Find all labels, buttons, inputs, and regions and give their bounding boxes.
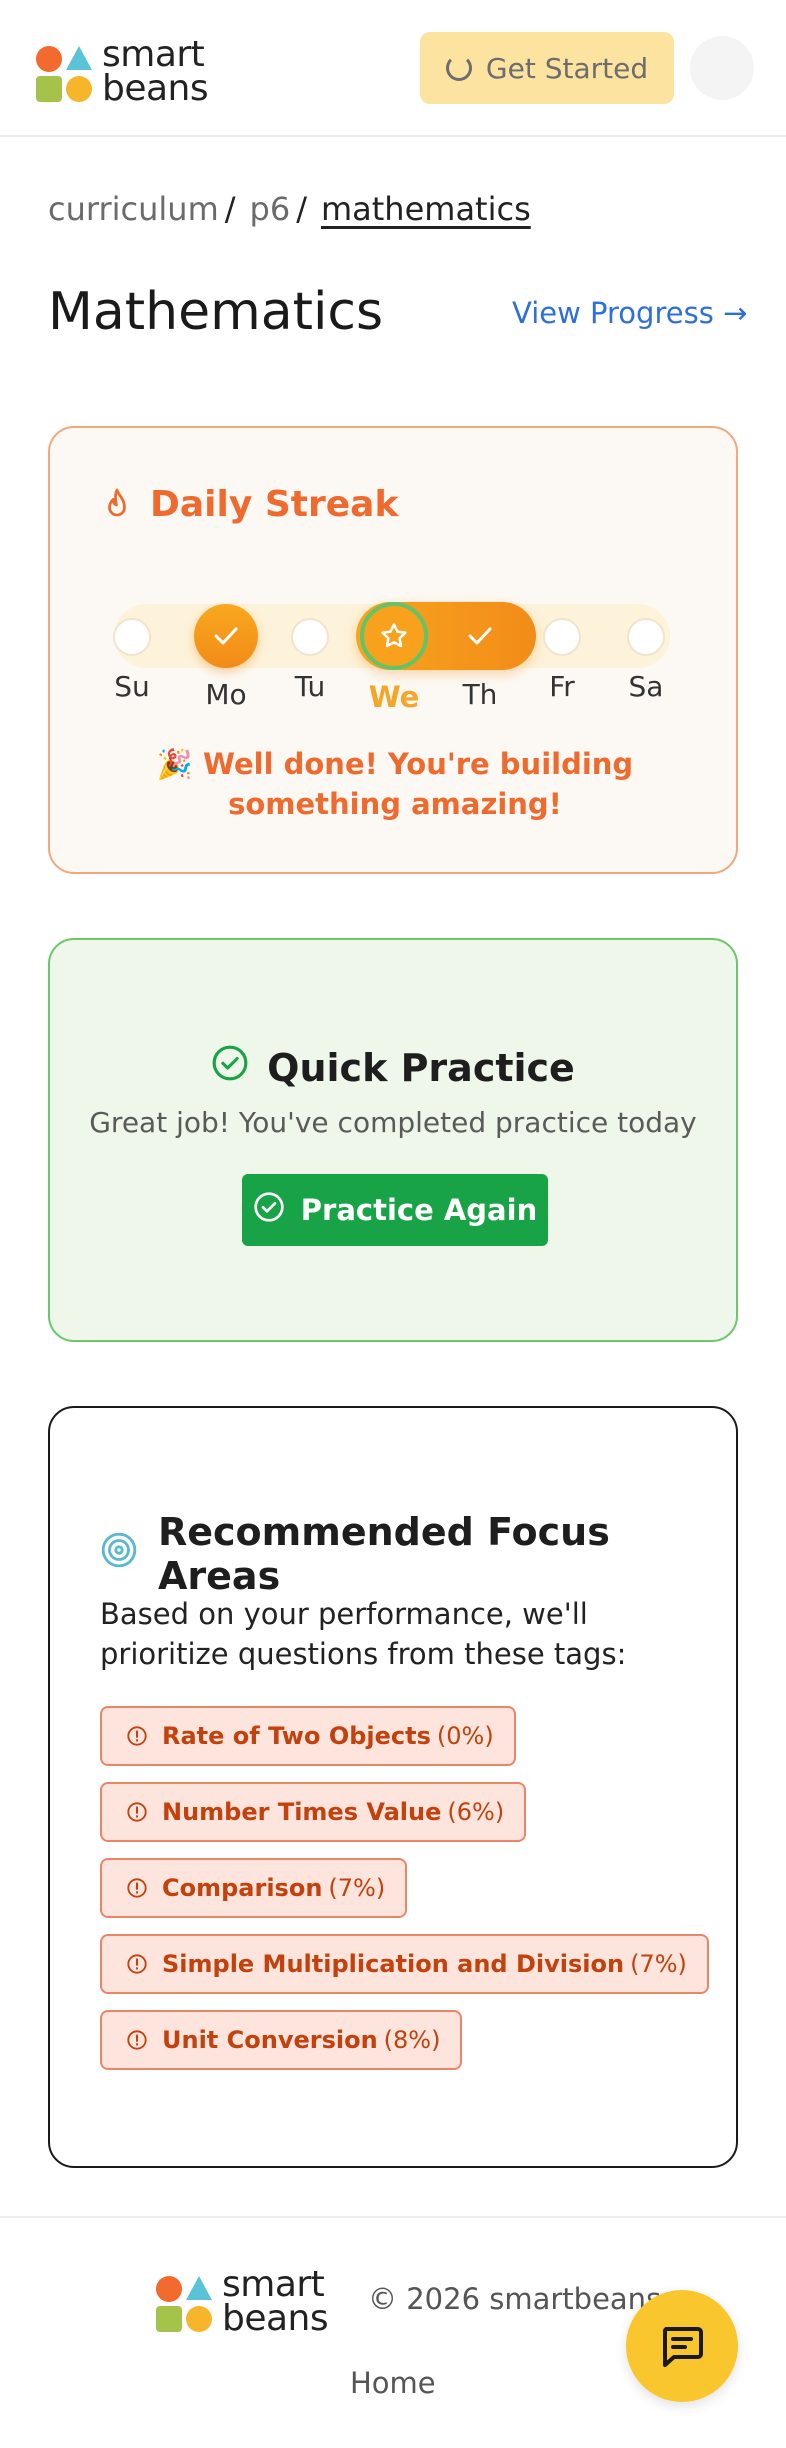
practice-subtitle: Great job! You've completed practice tod… xyxy=(89,1106,697,1139)
focus-tag[interactable]: Comparison (7%) xyxy=(100,1858,408,1918)
check-icon xyxy=(468,627,492,645)
day-done-dot xyxy=(194,604,258,668)
day-mo: Mo xyxy=(186,604,266,711)
check-circle-icon xyxy=(211,1044,249,1091)
day-today-dot xyxy=(360,602,428,670)
focus-tag[interactable]: Simple Multiplication and Division (7%) xyxy=(100,1934,709,1994)
day-label: Sa xyxy=(628,670,664,703)
day-label: Th xyxy=(462,678,498,711)
day-fr: Fr xyxy=(522,604,602,703)
alert-circle-icon xyxy=(127,2030,147,2050)
star-icon xyxy=(381,623,407,648)
focus-tag[interactable]: Number Times Value (6%) xyxy=(100,1782,527,1842)
breadcrumb: curriculum / p6 / mathematics xyxy=(48,190,531,228)
logo-line-2: beans xyxy=(102,68,209,109)
day-su: Su xyxy=(92,604,172,703)
day-label: Tu xyxy=(294,670,326,703)
page-title: Mathematics xyxy=(48,282,384,342)
logo-text: smart beans xyxy=(222,2264,329,2339)
spinner-icon xyxy=(445,55,472,81)
tag-percent: (7%) xyxy=(630,1950,687,1978)
practice-again-label: Practice Again xyxy=(300,1193,538,1227)
practice-header: Quick Practice xyxy=(50,1044,736,1091)
practice-again-button[interactable]: Practice Again xyxy=(242,1174,548,1246)
breadcrumb-separator: / xyxy=(224,190,236,228)
brand-logo[interactable]: smart beans xyxy=(36,34,209,109)
tag-name: Comparison xyxy=(162,1874,323,1902)
breadcrumb-curriculum[interactable]: curriculum xyxy=(48,190,219,228)
practice-title: Quick Practice xyxy=(267,1045,575,1090)
day-empty-dot xyxy=(543,618,581,656)
day-tu: Tu xyxy=(270,604,350,703)
logo-text: smart beans xyxy=(102,34,209,109)
get-started-label: Get Started xyxy=(485,51,649,85)
day-label: Su xyxy=(114,670,150,703)
focus-tag[interactable]: Rate of Two Objects (0%) xyxy=(100,1706,516,1766)
site-header: smart beans Get Started xyxy=(0,0,786,137)
day-label: Mo xyxy=(205,678,247,711)
day-label: Fr xyxy=(549,670,575,703)
alert-circle-icon xyxy=(127,1878,147,1898)
logo-line-2: beans xyxy=(222,2298,329,2339)
breadcrumb-separator: / xyxy=(296,190,307,228)
breadcrumb-mathematics[interactable]: mathematics xyxy=(321,190,531,228)
daily-streak-card: Daily Streak Su Mo Tu We Th Fr Sa 🎉 Well… xyxy=(48,426,738,874)
chat-button[interactable] xyxy=(626,2290,738,2402)
tag-name: Rate of Two Objects xyxy=(162,1722,431,1750)
logo-line-1: smart xyxy=(102,34,205,75)
day-sa: Sa xyxy=(606,604,686,703)
tag-percent: (7%) xyxy=(328,1874,386,1902)
alert-circle-icon xyxy=(127,1802,147,1822)
chat-icon xyxy=(662,2327,703,2367)
view-progress-link[interactable]: View Progress → xyxy=(512,296,747,330)
breadcrumb-p6[interactable]: p6 xyxy=(250,190,291,228)
avatar[interactable] xyxy=(690,36,754,100)
focus-title: Recommended Focus Areas xyxy=(158,1510,610,1598)
day-done-dot xyxy=(448,604,512,668)
logo-mark-icon xyxy=(36,44,92,102)
day-empty-dot xyxy=(627,618,665,656)
get-started-button[interactable]: Get Started xyxy=(420,32,674,104)
logo-line-1: smart xyxy=(222,2264,325,2305)
tag-percent: (6%) xyxy=(447,1798,505,1826)
alert-circle-icon xyxy=(127,1726,147,1746)
tag-percent: (0%) xyxy=(436,1722,494,1750)
streak-title: Daily Streak xyxy=(150,484,399,525)
tag-percent: (8%) xyxy=(383,2026,441,2054)
day-th: Th xyxy=(440,604,520,711)
focus-description: Based on your performance, we'll priorit… xyxy=(100,1597,627,1671)
day-we: We xyxy=(354,602,434,714)
tag-name: Simple Multiplication and Division xyxy=(162,1950,625,1978)
focus-areas-card: Recommended Focus Areas Based on your pe… xyxy=(48,1406,738,2168)
alert-circle-icon xyxy=(127,1954,147,1974)
check-circle-icon xyxy=(253,1191,285,1230)
flame-icon xyxy=(102,487,132,523)
tag-name: Unit Conversion xyxy=(162,2026,378,2054)
footer-home-link[interactable]: Home xyxy=(350,2366,436,2400)
day-empty-dot xyxy=(113,618,151,656)
tag-name: Number Times Value xyxy=(162,1798,442,1826)
target-icon xyxy=(100,1531,138,1578)
day-empty-dot xyxy=(291,618,329,656)
day-label-today: We xyxy=(368,680,420,714)
focus-tag[interactable]: Unit Conversion (8%) xyxy=(100,2010,463,2070)
streak-message: 🎉 Well done! You're building something a… xyxy=(156,747,634,821)
streak-header: Daily Streak xyxy=(102,484,398,525)
quick-practice-card: Quick Practice Great job! You've complet… xyxy=(48,938,738,1342)
footer-logo[interactable]: smart beans xyxy=(156,2264,329,2339)
logo-mark-icon xyxy=(156,2274,212,2332)
check-icon xyxy=(214,627,238,645)
copyright-text: © 2026 smartbeans xyxy=(368,2282,662,2316)
focus-header: Recommended Focus Areas xyxy=(100,1510,736,1598)
